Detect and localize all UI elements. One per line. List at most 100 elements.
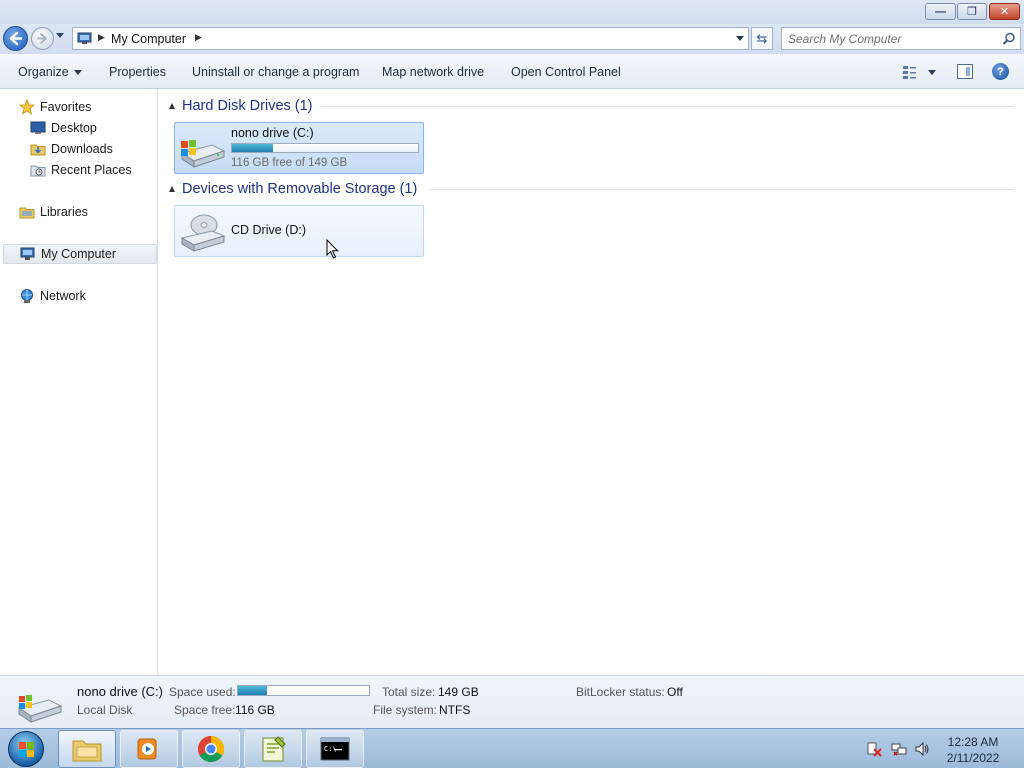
nav-item-my-computer[interactable]: My Computer bbox=[3, 244, 157, 264]
help-icon: ? bbox=[997, 65, 1004, 78]
view-options-icon bbox=[903, 66, 936, 79]
hard-drive-icon bbox=[17, 695, 63, 723]
selected-item-type: Local Disk bbox=[77, 703, 133, 717]
refresh-icon: ⇆ bbox=[756, 30, 768, 46]
clock-date: 2/11/2022 bbox=[946, 751, 1000, 765]
start-button[interactable] bbox=[8, 731, 44, 767]
minimize-icon: — bbox=[935, 5, 946, 18]
space-used-fill bbox=[238, 686, 267, 695]
address-history-dropdown[interactable] bbox=[736, 36, 744, 41]
drive-tile-c[interactable]: nono drive (C:) 116 GB free of 149 GB bbox=[174, 122, 424, 174]
uninstall-program-button[interactable]: Uninstall or change a program bbox=[192, 65, 359, 79]
drive-usage-fill bbox=[232, 144, 273, 152]
search-icon[interactable] bbox=[1002, 32, 1016, 46]
close-button[interactable]: ✕ bbox=[989, 3, 1020, 20]
breadcrumb-my-computer[interactable]: My Computer bbox=[111, 32, 186, 46]
volume-icon[interactable] bbox=[914, 741, 930, 757]
nav-item-favorites[interactable]: Favorites bbox=[18, 97, 91, 117]
taskbar-notepadpp-button[interactable] bbox=[244, 730, 302, 768]
space-used-label: Space used: bbox=[169, 685, 236, 699]
address-bar[interactable]: ▶ My Computer ▶ bbox=[72, 27, 749, 50]
title-bar: — ❐ ✕ bbox=[0, 0, 1024, 24]
breadcrumb-arrow-icon[interactable]: ▶ bbox=[98, 32, 105, 43]
refresh-button[interactable]: ⇆ bbox=[751, 27, 773, 50]
folder-icon bbox=[72, 740, 102, 762]
total-size-label: Total size: bbox=[382, 685, 436, 699]
nav-label: My Computer bbox=[41, 247, 117, 261]
chrome-icon bbox=[197, 735, 225, 763]
taskbar-cmd-button[interactable]: C:\ bbox=[306, 730, 364, 768]
recent-places-icon bbox=[30, 162, 46, 178]
media-player-icon bbox=[137, 738, 157, 760]
group-header-removable[interactable]: Devices with Removable Storage (1) bbox=[159, 179, 417, 199]
group-title: Hard Disk Drives (1) bbox=[182, 98, 313, 114]
network-tray-icon[interactable] bbox=[891, 741, 907, 757]
close-icon: ✕ bbox=[999, 6, 1010, 18]
nav-item-downloads[interactable]: Downloads bbox=[30, 139, 113, 159]
computer-icon bbox=[77, 32, 92, 44]
taskbar-chrome-button[interactable] bbox=[182, 730, 240, 768]
nav-item-network[interactable]: Network bbox=[19, 286, 86, 306]
desktop-icon bbox=[30, 120, 46, 136]
drive-name: nono drive (C:) bbox=[231, 126, 314, 140]
search-input[interactable] bbox=[788, 31, 998, 47]
details-pane: nono drive (C:) Local Disk Space used: S… bbox=[0, 675, 1024, 728]
forward-button[interactable] bbox=[31, 27, 54, 50]
restore-button[interactable]: ❐ bbox=[957, 3, 987, 20]
content-pane: Hard Disk Drives (1) nono drive (C:) 116… bbox=[159, 89, 1024, 675]
nav-item-libraries[interactable]: Libraries bbox=[19, 202, 88, 222]
taskbar-explorer-button[interactable] bbox=[58, 730, 116, 768]
chevron-down-icon bbox=[73, 70, 82, 76]
bitlocker-label: BitLocker status: bbox=[576, 685, 665, 699]
back-button[interactable] bbox=[3, 26, 28, 51]
nav-label: Network bbox=[40, 289, 86, 303]
nav-item-desktop[interactable]: Desktop bbox=[30, 118, 97, 138]
group-title: Devices with Removable Storage (1) bbox=[182, 181, 418, 197]
search-box[interactable] bbox=[781, 27, 1021, 50]
downloads-folder-icon bbox=[30, 141, 46, 157]
selected-item-name: nono drive (C:) bbox=[77, 684, 163, 699]
collapse-triangle-icon[interactable] bbox=[169, 186, 175, 192]
notepad-plus-plus-icon bbox=[262, 736, 286, 762]
organize-button[interactable]: Organize bbox=[18, 65, 82, 79]
network-icon bbox=[19, 288, 35, 304]
recent-pages-dropdown[interactable] bbox=[56, 33, 64, 38]
nav-label: Libraries bbox=[40, 205, 88, 219]
back-arrow-icon bbox=[9, 31, 23, 46]
group-header-hard-disk[interactable]: Hard Disk Drives (1) bbox=[159, 96, 313, 116]
taskbar-media-player-button[interactable] bbox=[120, 730, 178, 768]
organize-label: Organize bbox=[18, 65, 69, 79]
system-clock[interactable]: 12:28 AM 2/11/2022 bbox=[935, 734, 1011, 766]
drive-usage-bar bbox=[231, 143, 419, 153]
drive-name: CD Drive (D:) bbox=[231, 223, 306, 237]
nav-label: Desktop bbox=[51, 121, 97, 135]
mouse-pointer-icon bbox=[326, 239, 339, 259]
cd-drive-icon bbox=[180, 214, 226, 252]
nav-item-recent-places[interactable]: Recent Places bbox=[30, 160, 132, 180]
command-prompt-icon: C:\ bbox=[320, 737, 350, 761]
drive-free-space: 116 GB free of 149 GB bbox=[231, 157, 348, 169]
bitlocker-value: Off bbox=[667, 685, 683, 699]
taskbar: C:\ 12:28 AM 2/11/2022 bbox=[0, 728, 1024, 768]
group-divider bbox=[321, 106, 1014, 107]
drive-tile-d[interactable]: CD Drive (D:) bbox=[174, 205, 424, 257]
space-used-bar bbox=[237, 685, 370, 696]
space-free-label: Space free: bbox=[174, 703, 236, 717]
windows-logo-icon bbox=[19, 742, 34, 757]
collapse-triangle-icon[interactable] bbox=[169, 103, 175, 109]
help-button[interactable]: ? bbox=[992, 63, 1009, 80]
hard-drive-icon bbox=[180, 140, 226, 168]
file-system-value: NTFS bbox=[439, 703, 471, 717]
group-divider bbox=[429, 189, 1014, 190]
properties-button[interactable]: Properties bbox=[109, 65, 166, 79]
forward-arrow-icon bbox=[37, 33, 47, 44]
restore-icon: ❐ bbox=[967, 6, 977, 18]
preview-pane-button[interactable] bbox=[957, 64, 973, 79]
action-center-warning-icon[interactable] bbox=[866, 741, 882, 757]
change-view-button[interactable] bbox=[902, 64, 938, 80]
file-system-label: File system: bbox=[373, 703, 438, 717]
minimize-button[interactable]: — bbox=[925, 3, 956, 20]
open-control-panel-button[interactable]: Open Control Panel bbox=[511, 65, 621, 79]
breadcrumb-arrow-icon[interactable]: ▶ bbox=[195, 32, 202, 43]
map-network-drive-button[interactable]: Map network drive bbox=[382, 65, 484, 79]
